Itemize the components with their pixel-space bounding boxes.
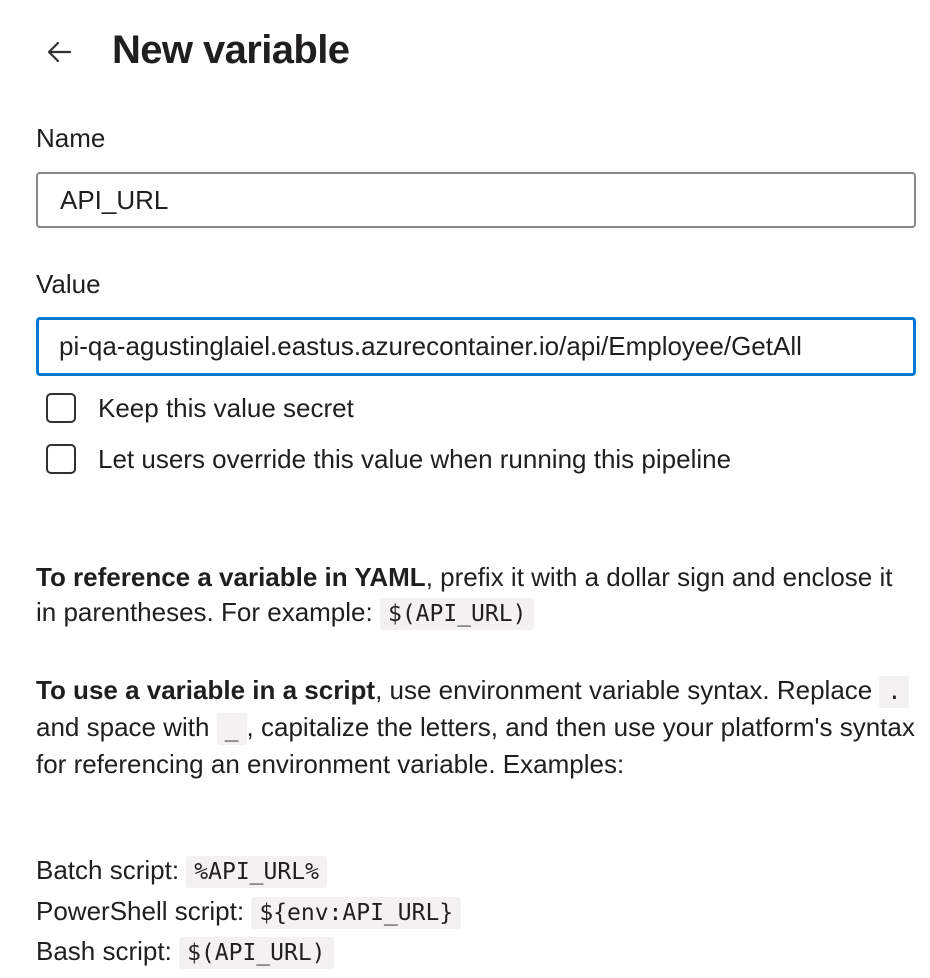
name-input[interactable] [36, 172, 916, 228]
yaml-help-heading: To reference a variable in YAML [36, 562, 426, 592]
powershell-example: PowerShell script: ${env:API_URL} [36, 893, 462, 931]
allow-override-checkbox[interactable] [46, 444, 76, 474]
new-variable-panel: New variable Name Value Keep this value … [0, 0, 930, 978]
powershell-example-label: PowerShell script: [36, 896, 245, 926]
page-title: New variable [112, 27, 350, 72]
script-help-body-1: , use environment variable syntax. Repla… [375, 675, 873, 705]
script-help-text: To use a variable in a script, use envir… [36, 673, 916, 782]
script-help-body-2: and space with [36, 712, 210, 742]
bash-example-label: Bash script: [36, 936, 172, 966]
dot-code: . [879, 676, 910, 708]
allow-override-label: Let users override this value when runni… [98, 443, 732, 474]
back-button[interactable] [36, 26, 92, 82]
keep-secret-option[interactable]: Keep this value secret [46, 391, 354, 425]
script-help-heading: To use a variable in a script [36, 675, 376, 705]
batch-example-code: %API_URL% [186, 856, 327, 888]
underscore-code: _ [216, 713, 247, 745]
batch-example-label: Batch script: [36, 855, 180, 885]
arrow-left-icon [46, 41, 72, 68]
value-label: Value [36, 269, 101, 299]
yaml-example-code: $(API_URL) [379, 598, 535, 630]
bash-example-code: $(API_URL) [179, 937, 334, 969]
yaml-help-text: To reference a variable in YAML, prefix … [36, 560, 916, 632]
keep-secret-label: Keep this value secret [98, 392, 354, 423]
batch-example: Batch script: %API_URL% [36, 852, 327, 890]
powershell-example-code: ${env:API_URL} [251, 897, 462, 929]
name-label: Name [36, 123, 106, 153]
allow-override-option[interactable]: Let users override this value when runni… [46, 442, 731, 476]
keep-secret-checkbox[interactable] [46, 393, 76, 423]
value-input[interactable] [36, 317, 916, 376]
bash-example: Bash script: $(API_URL) [36, 933, 334, 971]
panel-header: New variable [36, 22, 350, 78]
